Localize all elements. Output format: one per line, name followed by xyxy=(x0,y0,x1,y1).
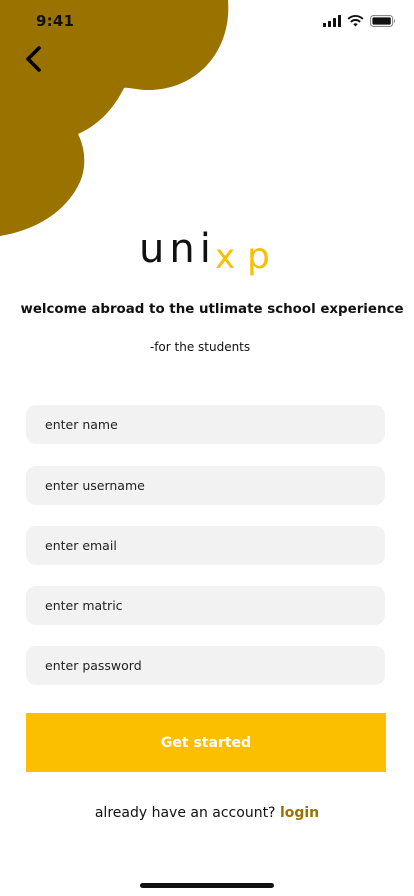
unixp-logo: uni x p xyxy=(139,228,270,277)
home-indicator xyxy=(140,883,274,888)
logo-text-p: p xyxy=(247,236,270,277)
matric-input[interactable] xyxy=(45,598,385,613)
username-field[interactable] xyxy=(26,466,385,505)
name-input[interactable] xyxy=(45,417,385,432)
signal-icon xyxy=(323,15,341,27)
logo-text-uni: uni xyxy=(139,228,216,272)
name-field[interactable] xyxy=(26,405,385,444)
email-input[interactable] xyxy=(45,538,385,553)
matric-field[interactable] xyxy=(26,586,385,625)
wifi-icon xyxy=(347,15,364,27)
get-started-label: Get started xyxy=(160,734,252,751)
status-bar: 9:41 xyxy=(0,0,414,44)
welcome-subtitle: -for the students xyxy=(149,340,251,354)
get-started-button[interactable]: Get started xyxy=(26,713,386,772)
username-input[interactable] xyxy=(45,478,385,493)
login-prompt-text: already have an account? xyxy=(94,805,276,821)
password-field[interactable] xyxy=(26,646,385,685)
status-icons xyxy=(323,15,396,27)
password-input[interactable] xyxy=(45,658,385,673)
status-time: 9:41 xyxy=(36,12,75,30)
chevron-left-icon xyxy=(26,46,41,72)
back-button[interactable] xyxy=(18,42,48,76)
welcome-heading: welcome abroad to the utlimate school ex… xyxy=(20,302,404,317)
login-prompt: already have an account? login xyxy=(0,805,414,821)
battery-icon xyxy=(370,15,395,27)
login-link[interactable]: login xyxy=(280,805,319,821)
logo-text-x: x xyxy=(215,237,235,277)
email-field[interactable] xyxy=(26,526,385,565)
